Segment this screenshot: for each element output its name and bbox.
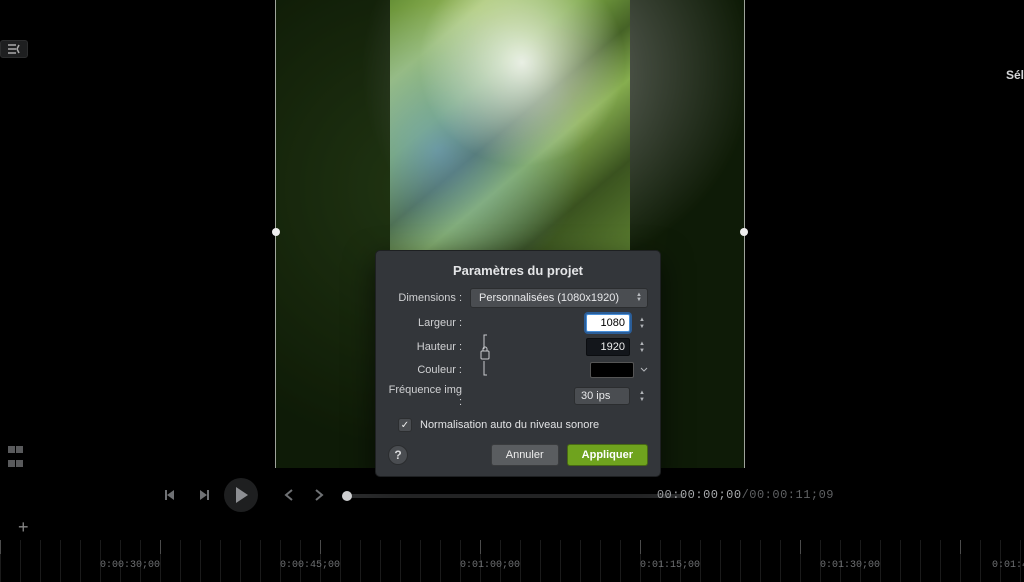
timecode-total: 00:00:11;09 bbox=[749, 488, 834, 502]
playhead-dot[interactable] bbox=[342, 491, 352, 501]
ruler-label: 0:00:30;00 bbox=[100, 560, 160, 571]
dimensions-select[interactable]: Personnalisées (1080x1920) ▲▼ bbox=[470, 288, 648, 308]
stepper-icon: ▲▼ bbox=[634, 291, 644, 305]
ruler-label: 0:01:30;00 bbox=[820, 560, 880, 571]
ruler-label: 0:01:15;00 bbox=[640, 560, 700, 571]
grid-view-icon[interactable] bbox=[8, 443, 26, 461]
height-stepper[interactable]: ▲▼ bbox=[636, 341, 648, 354]
width-input[interactable]: 1080 bbox=[586, 314, 630, 332]
next-marker-button[interactable] bbox=[308, 484, 330, 506]
prev-marker-button[interactable] bbox=[278, 484, 300, 506]
cancel-button[interactable]: Annuler bbox=[491, 444, 559, 466]
height-input[interactable]: 1920 bbox=[586, 338, 630, 356]
crop-handle-right[interactable] bbox=[740, 228, 748, 236]
framerate-stepper[interactable]: ▲▼ bbox=[636, 390, 648, 403]
width-stepper[interactable]: ▲▼ bbox=[636, 317, 648, 330]
auto-normalize-label: Normalisation auto du niveau sonore bbox=[420, 419, 599, 431]
progress-track[interactable] bbox=[346, 494, 684, 498]
height-label: Hauteur : bbox=[388, 341, 470, 353]
framerate-label: Fréquence img : bbox=[388, 384, 470, 408]
project-settings-dialog: Paramètres du projet Dimensions : Person… bbox=[375, 250, 661, 477]
timeline-ruler[interactable]: 0:00:30;00 0:00:45;00 0:01:00;00 0:01:15… bbox=[0, 540, 1024, 582]
play-button[interactable] bbox=[224, 478, 258, 512]
timecode-current: 00:00:00;00 bbox=[657, 488, 742, 502]
chevron-down-icon[interactable] bbox=[640, 366, 648, 374]
step-back-button[interactable] bbox=[160, 484, 182, 506]
width-label: Largeur : bbox=[388, 317, 470, 329]
dimensions-label: Dimensions : bbox=[388, 292, 470, 304]
framerate-select[interactable]: 30 ips bbox=[574, 387, 630, 405]
color-label: Couleur : bbox=[388, 364, 470, 376]
timecode-display: 00:00:00;00/00:00:11;09 bbox=[657, 488, 834, 502]
framerate-value: 30 ips bbox=[581, 390, 610, 402]
right-panel-truncated-label: Sél bbox=[1006, 68, 1024, 82]
add-track-button[interactable]: + bbox=[18, 517, 29, 538]
auto-normalize-checkbox[interactable]: ✓ bbox=[398, 418, 412, 432]
left-sidebar-button[interactable] bbox=[0, 40, 28, 58]
transport-bar: 00:00:00;00/00:00:11;09 bbox=[0, 472, 1024, 518]
step-forward-button[interactable] bbox=[192, 484, 214, 506]
help-button[interactable]: ? bbox=[388, 445, 408, 465]
apply-button[interactable]: Appliquer bbox=[567, 444, 648, 466]
ruler-label: 0:01:4 bbox=[992, 560, 1024, 571]
crop-handle-left[interactable] bbox=[272, 228, 280, 236]
ruler-label: 0:00:45;00 bbox=[280, 560, 340, 571]
color-swatch[interactable] bbox=[590, 362, 634, 378]
dialog-title: Paramètres du projet bbox=[388, 261, 648, 288]
ruler-label: 0:01:00;00 bbox=[460, 560, 520, 571]
dimensions-value: Personnalisées (1080x1920) bbox=[479, 292, 619, 304]
